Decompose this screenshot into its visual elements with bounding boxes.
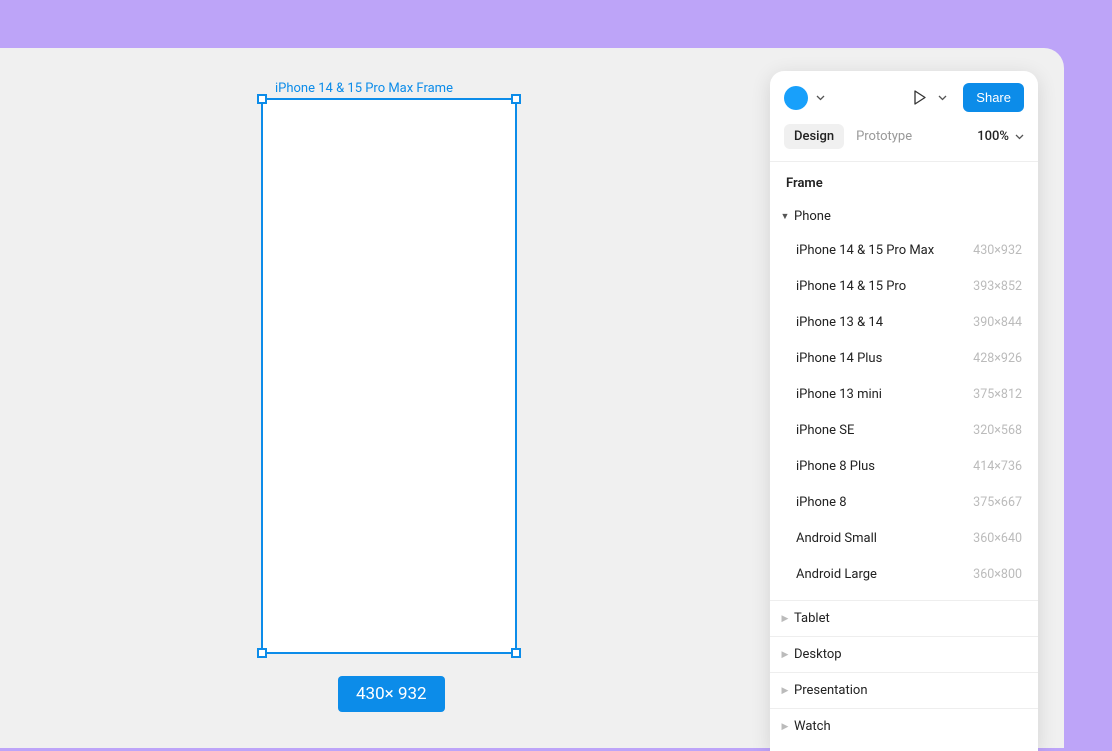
section-title-frame: Frame	[770, 162, 1038, 201]
device-preset[interactable]: iPhone SE 320×568	[770, 412, 1038, 448]
device-dimensions: 430×932	[973, 243, 1022, 258]
device-preset[interactable]: iPhone 14 & 15 Pro 393×852	[770, 268, 1038, 304]
resize-handle-bottom-right[interactable]	[511, 648, 521, 658]
resize-handle-top-left[interactable]	[257, 94, 267, 104]
share-button[interactable]: Share	[963, 83, 1024, 112]
resize-handle-top-right[interactable]	[511, 94, 521, 104]
device-preset[interactable]: iPhone 13 & 14 390×844	[770, 304, 1038, 340]
resize-handle-bottom-left[interactable]	[257, 648, 267, 658]
device-name: iPhone 14 Plus	[796, 351, 882, 366]
category-label: Phone	[794, 209, 831, 224]
triangle-right-icon: ▶	[780, 614, 790, 624]
device-name: iPhone 14 & 15 Pro	[796, 279, 906, 294]
device-preset[interactable]: iPhone 13 mini 375×812	[770, 376, 1038, 412]
device-dimensions: 428×926	[973, 351, 1022, 366]
device-preset[interactable]: iPhone 8 375×667	[770, 484, 1038, 520]
device-name: Android Large	[796, 567, 877, 582]
device-preset[interactable]: Android Large 360×800	[770, 556, 1038, 592]
dimensions-badge: 430× 932	[338, 676, 445, 712]
device-name: iPhone 8 Plus	[796, 459, 875, 474]
triangle-right-icon: ▶	[780, 686, 790, 696]
selected-frame[interactable]	[261, 98, 517, 654]
zoom-value: 100%	[977, 129, 1009, 144]
device-dimensions: 393×852	[973, 279, 1022, 294]
triangle-right-icon: ▶	[780, 722, 790, 732]
device-name: Android Small	[796, 531, 877, 546]
category-label: Presentation	[794, 683, 868, 698]
device-dimensions: 360×800	[973, 567, 1022, 582]
category-phone[interactable]: ▼ Phone	[770, 201, 1038, 232]
panel-header: Share	[770, 71, 1038, 124]
avatar[interactable]	[784, 86, 808, 110]
device-name: iPhone 14 & 15 Pro Max	[796, 243, 934, 258]
zoom-selector[interactable]: 100%	[977, 129, 1024, 144]
frame-label[interactable]: iPhone 14 & 15 Pro Max Frame	[275, 81, 453, 96]
chevron-down-icon	[1015, 134, 1024, 140]
device-preset[interactable]: Android Small 360×640	[770, 520, 1038, 556]
frame-section[interactable]: Frame ▼ Phone iPhone 14 & 15 Pro Max 430…	[770, 161, 1038, 751]
category-label: Tablet	[794, 611, 830, 626]
device-dimensions: 320×568	[973, 423, 1022, 438]
chevron-down-icon[interactable]	[938, 91, 947, 104]
device-preset[interactable]: iPhone 14 & 15 Pro Max 430×932	[770, 232, 1038, 268]
device-name: iPhone SE	[796, 423, 854, 438]
chevron-down-icon[interactable]	[816, 91, 825, 104]
category-presentation[interactable]: ▶ Presentation	[770, 672, 1038, 708]
device-dimensions: 375×667	[973, 495, 1022, 510]
properties-panel: Share Design Prototype 100% Frame ▼ Phon…	[770, 71, 1038, 751]
device-dimensions: 375×812	[973, 387, 1022, 402]
category-desktop[interactable]: ▶ Desktop	[770, 636, 1038, 672]
device-dimensions: 390×844	[973, 315, 1022, 330]
triangle-down-icon: ▼	[780, 211, 790, 222]
device-preset[interactable]: iPhone 14 Plus 428×926	[770, 340, 1038, 376]
category-label: Watch	[794, 719, 831, 734]
app-workspace: iPhone 14 & 15 Pro Max Frame 430× 932 Sh…	[0, 48, 1064, 748]
device-name: iPhone 13 & 14	[796, 315, 883, 330]
device-name: iPhone 8	[796, 495, 847, 510]
device-name: iPhone 13 mini	[796, 387, 882, 402]
tab-prototype[interactable]: Prototype	[856, 129, 912, 144]
device-preset[interactable]: iPhone 8 Plus 414×736	[770, 448, 1038, 484]
category-label: Desktop	[794, 647, 842, 662]
play-icon[interactable]	[911, 89, 928, 106]
panel-tabs: Design Prototype 100%	[770, 124, 1038, 161]
triangle-right-icon: ▶	[780, 650, 790, 660]
category-tablet[interactable]: ▶ Tablet	[770, 600, 1038, 636]
device-dimensions: 360×640	[973, 531, 1022, 546]
device-dimensions: 414×736	[973, 459, 1022, 474]
tab-design[interactable]: Design	[784, 124, 844, 149]
category-watch[interactable]: ▶ Watch	[770, 708, 1038, 744]
device-list: iPhone 14 & 15 Pro Max 430×932 iPhone 14…	[770, 232, 1038, 600]
